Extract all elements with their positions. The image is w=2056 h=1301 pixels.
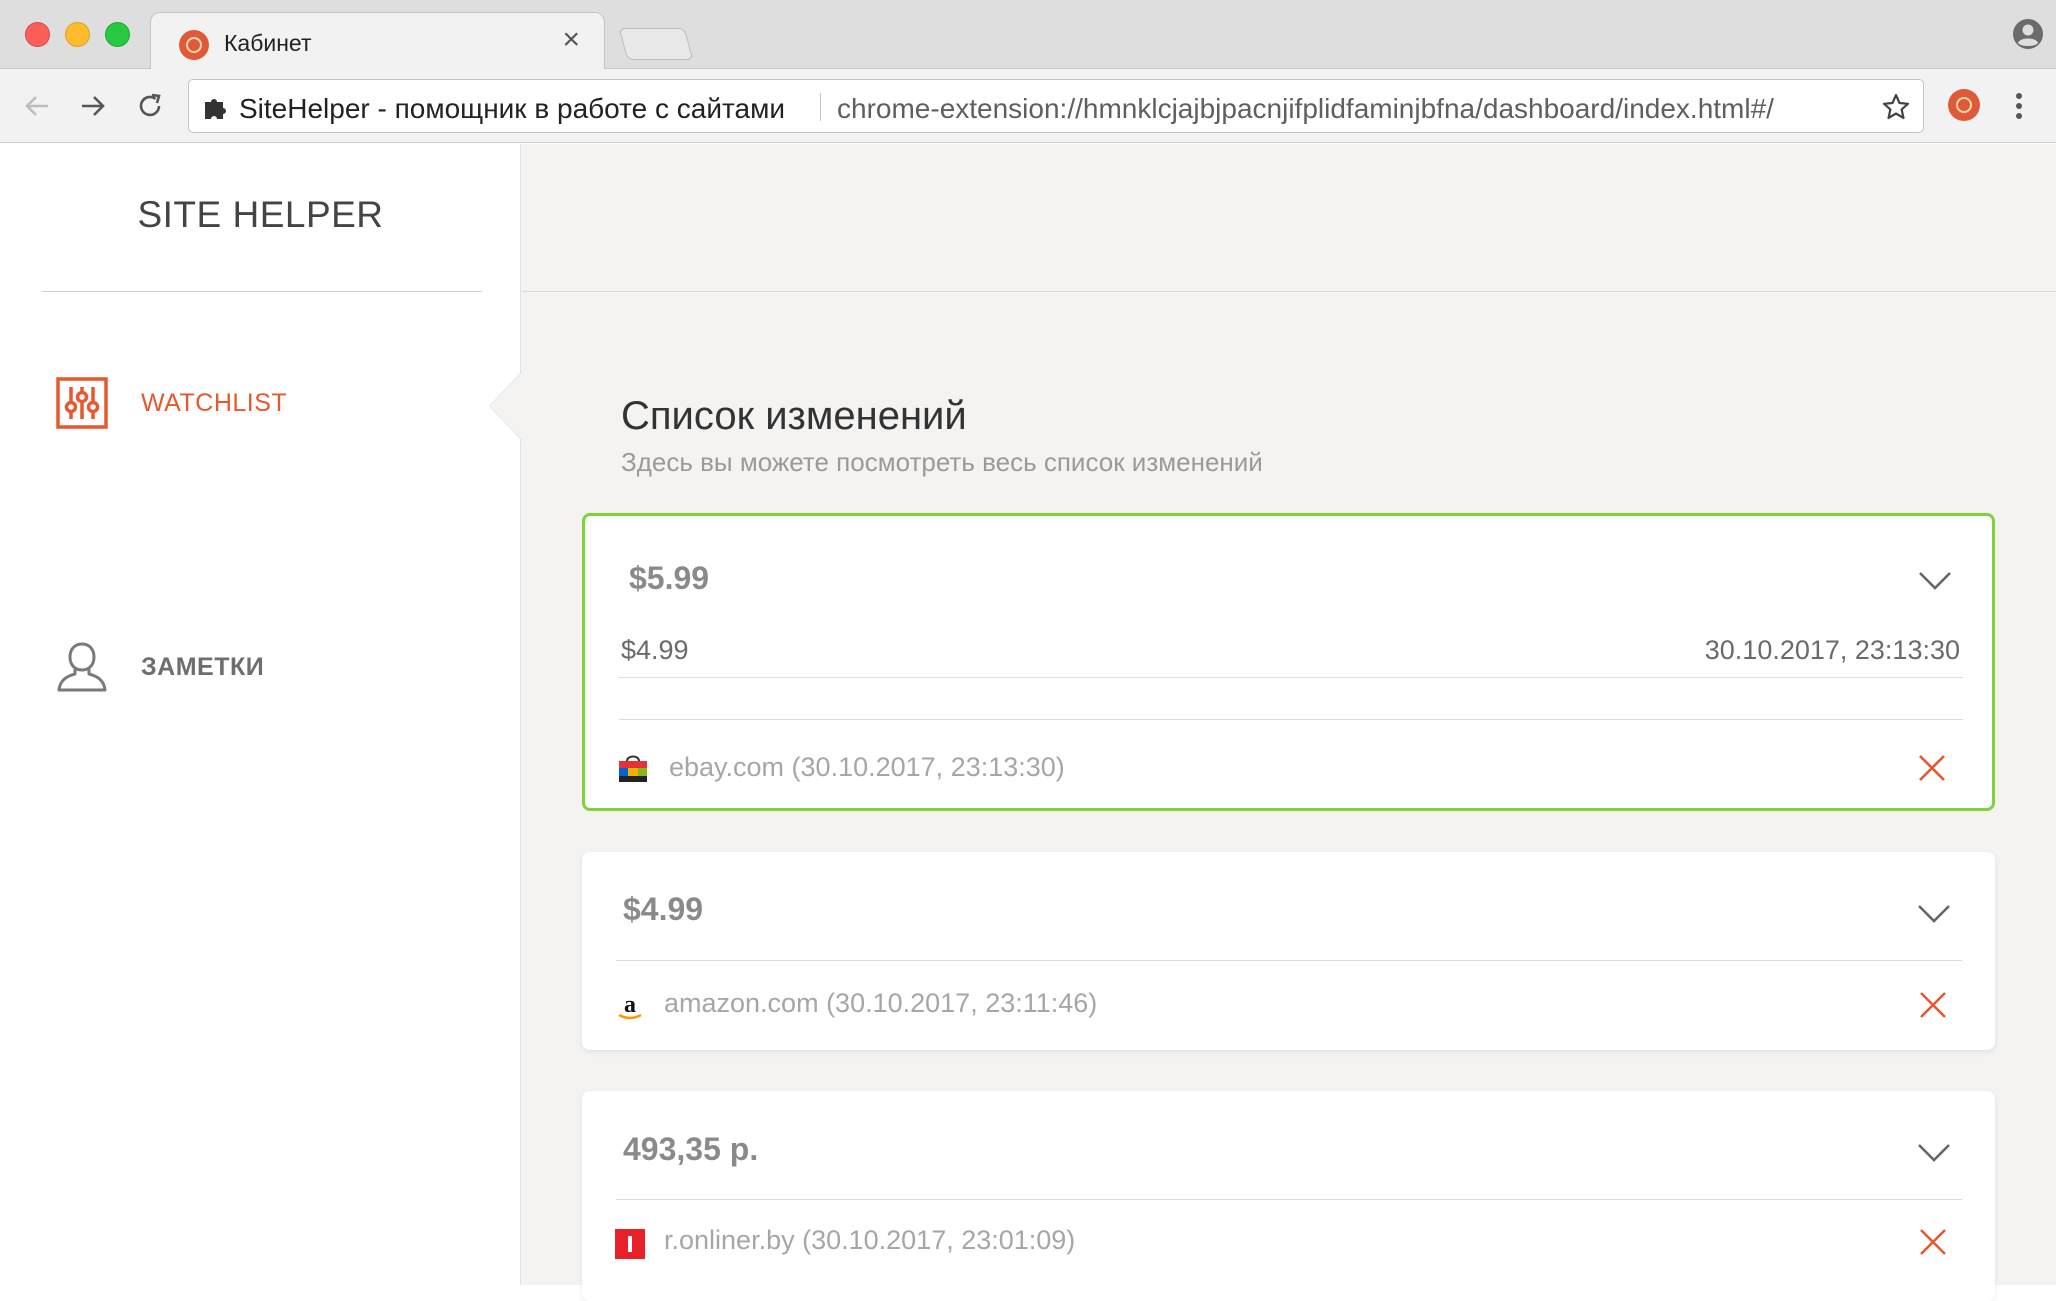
more-menu-icon[interactable] — [2006, 87, 2032, 125]
address-bar[interactable]: SiteHelper - помощник в работе с сайтами… — [188, 79, 1924, 133]
brand-divider — [42, 291, 482, 292]
forward-button[interactable] — [74, 87, 112, 125]
browser-tab-bar: Кабинет × — [0, 0, 2056, 70]
address-separator — [820, 93, 821, 121]
browser-tab[interactable]: Кабинет × — [150, 12, 605, 70]
back-button[interactable] — [18, 87, 56, 125]
history-date: 30.10.2017, 23:13:30 — [1704, 635, 1960, 665]
change-card: $4.99 a amazon.com (30.10.2017, 23:11:46… — [582, 852, 1995, 1050]
sitehelper-extension-button[interactable] — [1948, 89, 1980, 121]
browser-toolbar: SiteHelper - помощник в работе с сайтами… — [0, 69, 2056, 143]
sidebar-item-watchlist[interactable]: WATCHLIST — [55, 375, 495, 431]
sidebar-item-label: ЗАМЕТКИ — [141, 652, 265, 681]
brand-title: SITE HELPER — [137, 194, 384, 235]
arrow-left-icon — [25, 96, 48, 116]
profile-icon[interactable] — [2012, 18, 2044, 50]
puzzle-piece-icon — [205, 99, 226, 119]
bookmark-star-icon[interactable] — [1881, 92, 1911, 122]
minimize-window-button[interactable] — [65, 22, 90, 47]
page: SITE HELPER WATCHLIST ЗАМЕТКИ Список изм… — [0, 144, 2056, 1301]
site-info: amazon.com (30.10.2017, 23:11:46) — [664, 988, 1098, 1018]
history-price: $4.99 — [621, 635, 689, 665]
site-info: ebay.com (30.10.2017, 23:13:30) — [669, 752, 1065, 782]
close-icon[interactable] — [1918, 754, 1946, 782]
new-tab-button[interactable] — [618, 28, 694, 60]
sidebar: SITE HELPER WATCHLIST ЗАМЕТКИ — [0, 144, 521, 1285]
sidebar-item-notes[interactable]: ЗАМЕТКИ — [55, 639, 495, 695]
chevron-down-icon[interactable] — [1918, 571, 1952, 591]
current-price: $5.99 — [629, 560, 710, 596]
reload-button[interactable] — [131, 87, 169, 125]
site-info: r.onliner.by (30.10.2017, 23:01:09) — [664, 1225, 1076, 1255]
chevron-down-icon[interactable] — [1917, 904, 1951, 924]
change-card: $5.99 $4.99 30.10.2017, 23:13:30 ebay.co… — [582, 513, 1995, 811]
header-strip — [522, 144, 2056, 292]
active-indicator — [490, 372, 522, 440]
sitehelper-favicon-icon — [179, 30, 209, 60]
sliders-icon — [56, 377, 108, 429]
svg-text:a: a — [624, 992, 636, 1018]
close-window-button[interactable] — [25, 22, 50, 47]
user-icon — [57, 642, 107, 692]
close-icon[interactable] — [1919, 1228, 1947, 1256]
card-divider — [616, 1199, 1962, 1200]
reload-icon — [139, 93, 161, 117]
amazon-icon: a — [618, 992, 642, 1020]
card-divider — [619, 719, 1963, 720]
onliner-icon — [615, 1229, 645, 1259]
ebay-icon — [619, 755, 647, 782]
sidebar-item-label: WATCHLIST — [141, 388, 288, 417]
tab-title: Кабинет — [224, 30, 312, 56]
chevron-down-icon[interactable] — [1917, 1143, 1951, 1163]
close-icon[interactable] — [1919, 991, 1947, 1019]
address-url[interactable]: chrome-extension://hmnklcjajbjpacnjifpli… — [837, 93, 1774, 125]
tab-close-button[interactable]: × — [562, 23, 580, 56]
page-subtitle: Здесь вы можете посмотреть весь список и… — [621, 447, 1263, 477]
current-price: 493,35 р. — [623, 1131, 759, 1167]
address-site-name: SiteHelper - помощник в работе с сайтами — [239, 93, 785, 124]
arrow-right-icon — [82, 96, 105, 116]
current-price: $4.99 — [623, 891, 704, 927]
maximize-window-button[interactable] — [105, 22, 130, 47]
history-divider — [619, 677, 1963, 678]
change-card: 493,35 р. r.onliner.by (30.10.2017, 23:0… — [582, 1091, 1995, 1301]
card-divider — [616, 960, 1962, 961]
page-title: Список изменений — [621, 394, 967, 438]
